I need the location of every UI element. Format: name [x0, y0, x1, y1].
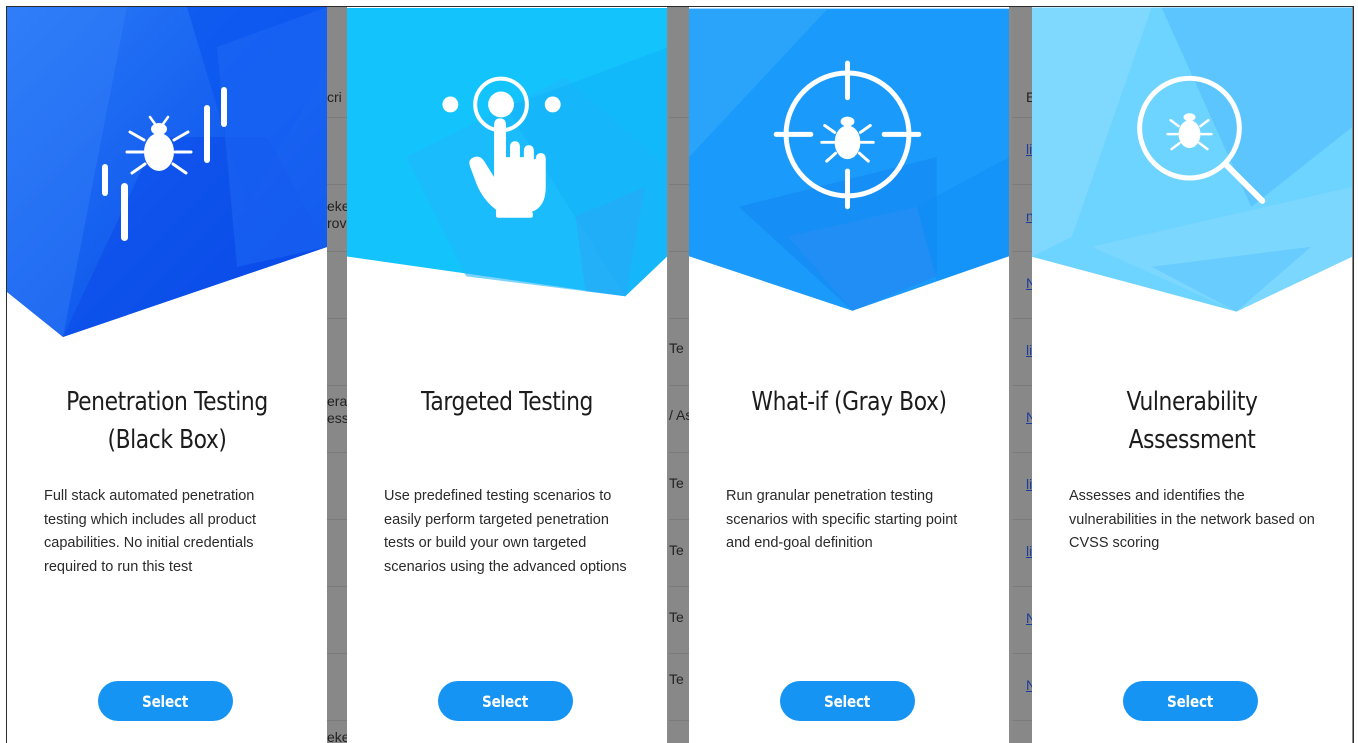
background-text: Te	[669, 542, 684, 558]
card-targeted-testing: Targeted Testing Use predefined testing …	[347, 7, 667, 743]
background-text: Te	[669, 340, 684, 356]
card-title: What-if (Gray Box)	[751, 387, 947, 417]
card-vulnerability-assessment: Vulnerability Assessment Assesses and ide…	[1032, 7, 1352, 743]
card-hero-banner	[689, 8, 1009, 311]
background-text: ess	[327, 410, 347, 426]
card-description: Assesses and identifies the vulnerabilit…	[1069, 488, 1315, 551]
background-text: eke	[327, 729, 347, 743]
background-text: eke	[327, 198, 347, 214]
select-button[interactable]: Select	[438, 681, 573, 721]
background-text: / As	[669, 407, 689, 423]
select-button[interactable]: Select	[1123, 681, 1258, 721]
card-hero-banner	[1032, 7, 1352, 312]
card-hero-banner	[347, 8, 667, 297]
card-title: Targeted Testing	[421, 387, 593, 417]
background-text: Te	[669, 475, 684, 491]
card-title: Vulnerability Assessment	[1126, 387, 1258, 455]
card-penetration-testing: Penetration Testing (Black Box) Full stac…	[7, 7, 327, 743]
background-text: rov	[327, 215, 347, 231]
background-table-column-2: Te / As Te Te Te Te	[669, 7, 689, 743]
card-description: Use predefined testing scenarios to easi…	[384, 488, 627, 575]
card-hero-banner	[7, 7, 327, 337]
background-table-column-3: E li n N li N li li N N	[1012, 7, 1032, 743]
modal-frame: cri eke rov era ess eke Te / As Te Te Te…	[6, 6, 1354, 743]
select-button[interactable]: Select	[780, 681, 915, 721]
select-button[interactable]: Select	[98, 681, 233, 721]
background-text: era	[327, 393, 347, 409]
background-text: Te	[669, 609, 684, 625]
card-title: Penetration Testing (Black Box)	[66, 387, 268, 455]
background-text: cri	[327, 89, 342, 105]
card-what-if-gray-box: What-if (Gray Box) Run granular penetrat…	[689, 7, 1009, 743]
card-description: Full stack automated penetration testing…	[44, 488, 256, 575]
background-text: Te	[669, 671, 684, 687]
background-table-column-1: cri eke rov era ess eke	[327, 7, 347, 743]
card-description: Run granular penetration testing scenari…	[726, 488, 958, 551]
